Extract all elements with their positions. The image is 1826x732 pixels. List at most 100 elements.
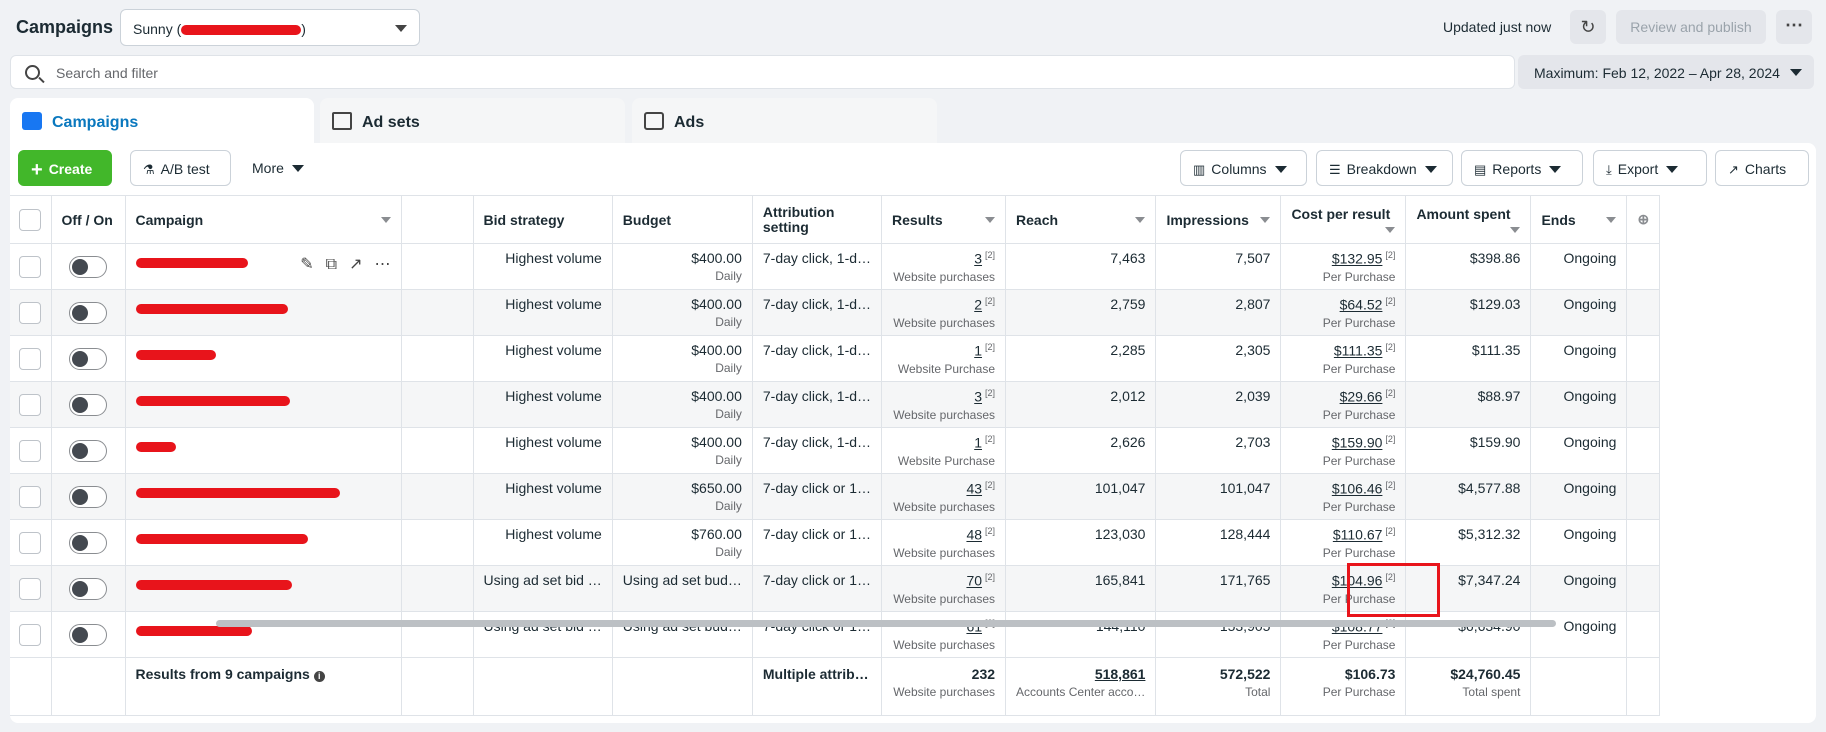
- reports-button[interactable]: ▤ Reports: [1461, 150, 1583, 186]
- row-checkbox[interactable]: [19, 439, 42, 462]
- redacted-campaign-name[interactable]: [135, 396, 290, 406]
- cpr-value[interactable]: $110.67: [1333, 527, 1383, 543]
- on-off-toggle[interactable]: [69, 577, 107, 600]
- table-row[interactable]: Highest volume $400.00 Daily 7-day click, 1…: [10, 289, 1661, 336]
- refresh-button[interactable]: ↻: [1570, 10, 1606, 44]
- cpr-value[interactable]: $111.35: [1334, 343, 1383, 359]
- campaign-name-cell[interactable]: [125, 427, 402, 474]
- results-value[interactable]: 3: [974, 389, 982, 405]
- select-all-checkbox[interactable]: [19, 208, 42, 231]
- charts-button[interactable]: ↗ Charts: [1715, 150, 1809, 186]
- results-sub: Website purchases: [893, 269, 996, 284]
- table-row[interactable]: Highest volume $650.00 Daily 7-day click or…: [10, 473, 1661, 520]
- review-and-publish-button[interactable]: Review and publish: [1616, 10, 1766, 44]
- on-off-toggle[interactable]: [69, 439, 107, 462]
- row-checkbox[interactable]: [19, 485, 42, 508]
- redacted-campaign-name[interactable]: [135, 350, 216, 360]
- columns-button[interactable]: ▥ Columns: [1180, 150, 1307, 186]
- redacted-campaign-name[interactable]: [135, 626, 252, 636]
- campaign-name-cell[interactable]: [125, 381, 402, 428]
- col-bid-strategy[interactable]: Bid strategy: [473, 195, 613, 244]
- results-value[interactable]: 43: [966, 481, 982, 497]
- row-checkbox[interactable]: [19, 347, 42, 370]
- campaign-name-cell[interactable]: [125, 519, 402, 566]
- results-value[interactable]: 70: [966, 573, 982, 589]
- campaign-name-cell[interactable]: ✎ ⧉ ↗ ⋯: [125, 243, 402, 290]
- create-button[interactable]: + Create: [18, 150, 112, 186]
- col-campaign[interactable]: Campaign: [125, 195, 402, 244]
- results-value[interactable]: 1: [974, 435, 982, 451]
- col-reach[interactable]: Reach: [1005, 195, 1157, 244]
- cpr-value[interactable]: $64.52: [1340, 297, 1383, 313]
- redacted-campaign-name[interactable]: [135, 580, 292, 590]
- campaign-name-cell[interactable]: [125, 289, 402, 336]
- tab-campaigns[interactable]: Campaigns: [10, 98, 314, 143]
- reach-cell: 2,626: [1005, 427, 1157, 474]
- info-icon[interactable]: i: [313, 671, 325, 682]
- table-row[interactable]: ✎ ⧉ ↗ ⋯ Highest volume $400.00 Daily 7-day clic…: [10, 243, 1661, 290]
- duplicate-icon[interactable]: ⧉: [326, 256, 337, 274]
- row-checkbox[interactable]: [19, 623, 42, 646]
- campaign-name-cell[interactable]: [125, 473, 402, 520]
- redacted-campaign-name[interactable]: [135, 534, 308, 544]
- row-checkbox[interactable]: [19, 255, 42, 278]
- campaign-name-cell[interactable]: [125, 611, 402, 658]
- results-value[interactable]: 2: [974, 297, 982, 313]
- row-checkbox[interactable]: [19, 577, 42, 600]
- table-row[interactable]: Highest volume $400.00 Daily 7-day click, 1…: [10, 427, 1661, 474]
- search-bar[interactable]: [10, 55, 1515, 89]
- add-column-icon[interactable]: ⊕: [1626, 195, 1661, 244]
- col-ends[interactable]: Ends: [1530, 195, 1628, 244]
- results-value[interactable]: 48: [966, 527, 982, 543]
- redacted-campaign-name[interactable]: [135, 442, 176, 452]
- row-checkbox[interactable]: [19, 301, 42, 324]
- more-button[interactable]: More: [240, 150, 320, 186]
- row-checkbox[interactable]: [19, 531, 42, 554]
- search-input[interactable]: [56, 62, 1456, 84]
- impressions-cell: 2,039: [1155, 381, 1282, 428]
- breakdown-button[interactable]: ☰ Breakdown: [1316, 150, 1453, 186]
- campaign-name-cell[interactable]: [125, 565, 402, 612]
- redacted-campaign-name[interactable]: [135, 488, 340, 498]
- redacted-campaign-name[interactable]: [135, 304, 288, 314]
- col-amount-spent[interactable]: Amount spent: [1405, 195, 1532, 244]
- view-charts-icon[interactable]: ↗: [349, 254, 362, 274]
- row-checkbox[interactable]: [19, 393, 42, 416]
- tab-ad-sets[interactable]: Ad sets: [320, 98, 625, 143]
- on-off-toggle[interactable]: [69, 347, 107, 370]
- table-row[interactable]: Highest volume $760.00 Daily 7-day click or…: [10, 519, 1661, 566]
- ab-test-button[interactable]: ⚗ A/B test: [130, 150, 231, 186]
- horizontal-scrollbar[interactable]: [216, 620, 1556, 627]
- cpr-value[interactable]: $159.90: [1332, 435, 1383, 451]
- col-budget[interactable]: Budget: [612, 195, 753, 244]
- more-icon[interactable]: ⋯: [375, 254, 391, 274]
- table-row[interactable]: Using ad set bid …Using ad set bud…7-day…: [10, 611, 1661, 658]
- date-range-picker[interactable]: Maximum: Feb 12, 2022 – Apr 28, 2024: [1518, 55, 1814, 89]
- on-off-toggle[interactable]: [69, 623, 107, 646]
- account-selector[interactable]: Sunny (): [120, 9, 420, 46]
- on-off-toggle[interactable]: [69, 531, 107, 554]
- on-off-toggle[interactable]: [69, 393, 107, 416]
- results-value[interactable]: 1: [974, 343, 982, 359]
- cpr-value[interactable]: $132.95: [1332, 251, 1383, 267]
- col-impressions[interactable]: Impressions: [1155, 195, 1282, 244]
- table-row[interactable]: Highest volume $400.00 Daily 7-day click, 1…: [10, 381, 1661, 428]
- cpr-value[interactable]: $29.66: [1340, 389, 1383, 405]
- tab-ads[interactable]: Ads: [632, 98, 937, 143]
- edit-icon[interactable]: ✎: [300, 254, 313, 274]
- more-options-button[interactable]: ⋯: [1776, 10, 1812, 44]
- on-off-toggle[interactable]: [69, 255, 107, 278]
- col-results[interactable]: Results: [881, 195, 1007, 244]
- on-off-toggle[interactable]: [69, 485, 107, 508]
- cpr-value[interactable]: $106.46: [1332, 481, 1383, 497]
- redacted-campaign-name[interactable]: [135, 258, 248, 268]
- table-row[interactable]: Highest volume $400.00 Daily 7-day click, 1…: [10, 335, 1661, 382]
- col-cost-per-result[interactable]: Cost per result: [1280, 195, 1407, 244]
- results-value[interactable]: 3: [974, 251, 982, 267]
- col-attribution[interactable]: Attribution setting: [752, 195, 883, 244]
- chart-icon: ↗: [1728, 162, 1739, 177]
- on-off-toggle[interactable]: [69, 301, 107, 324]
- export-button[interactable]: ⤓ Export: [1593, 150, 1707, 186]
- columns-label: Columns: [1211, 161, 1267, 177]
- campaign-name-cell[interactable]: [125, 335, 402, 382]
